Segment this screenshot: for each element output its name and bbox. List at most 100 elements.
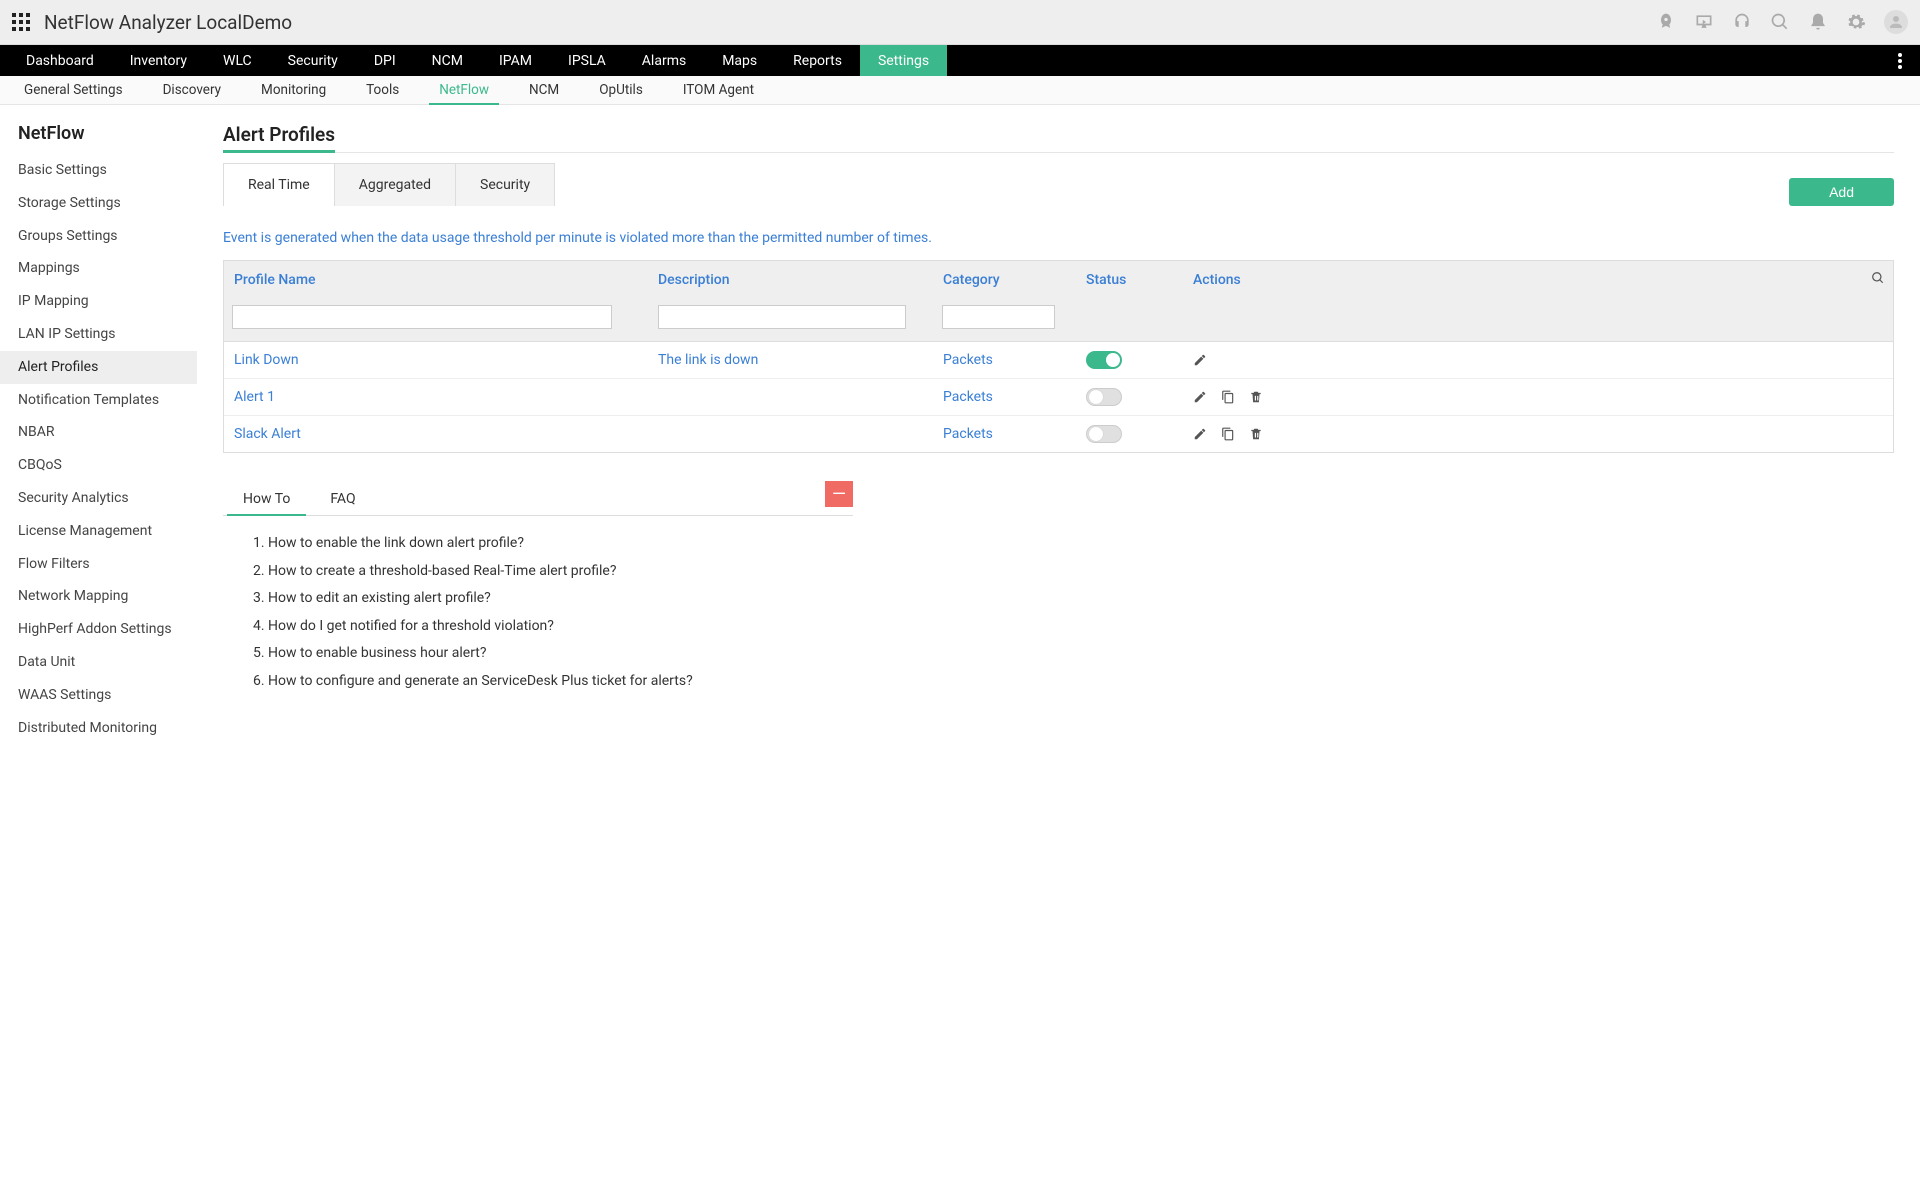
profile-tab-aggregated[interactable]: Aggregated — [335, 164, 456, 206]
profile-tabs-row: Real TimeAggregatedSecurity Add — [223, 163, 1894, 206]
sidebar-item-security-analytics[interactable]: Security Analytics — [0, 482, 197, 515]
rocket-icon[interactable] — [1656, 12, 1676, 32]
subnav-ncm[interactable]: NCM — [509, 76, 579, 104]
nav-maps[interactable]: Maps — [704, 45, 775, 76]
sidebar-item-alert-profiles[interactable]: Alert Profiles — [0, 351, 197, 384]
howto-tab-faq[interactable]: FAQ — [310, 483, 375, 515]
howto-item[interactable]: 5. How to enable business hour alert? — [253, 640, 833, 668]
nav-ncm[interactable]: NCM — [414, 45, 481, 76]
nav-ipsla[interactable]: IPSLA — [550, 45, 624, 76]
collapse-panel-button[interactable]: — — [825, 481, 853, 507]
sidebar-item-data-unit[interactable]: Data Unit — [0, 646, 197, 679]
page-title-wrap: Alert Profiles — [223, 123, 1894, 153]
subnav-oputils[interactable]: OpUtils — [579, 76, 663, 104]
status-toggle[interactable] — [1086, 388, 1122, 406]
col-profile-name[interactable]: Profile Name — [232, 272, 658, 288]
sidebar-item-nbar[interactable]: NBAR — [0, 416, 197, 449]
app-title: NetFlow Analyzer LocalDemo — [44, 11, 292, 34]
col-actions: Actions — [1193, 271, 1885, 289]
sidebar-item-groups-settings[interactable]: Groups Settings — [0, 220, 197, 253]
nav-alarms[interactable]: Alarms — [624, 45, 704, 76]
edit-icon[interactable] — [1193, 390, 1207, 404]
howto-item[interactable]: 3. How to edit an existing alert profile… — [253, 585, 833, 613]
howto-tab-how-to[interactable]: How To — [223, 483, 310, 515]
subnav-netflow[interactable]: NetFlow — [419, 76, 509, 104]
filter-profile-name[interactable] — [232, 305, 612, 329]
copy-icon[interactable] — [1221, 427, 1235, 441]
howto-item[interactable]: 2. How to create a threshold-based Real-… — [253, 558, 833, 586]
howto-list: 1. How to enable the link down alert pro… — [223, 516, 853, 700]
user-avatar-icon[interactable] — [1884, 10, 1908, 34]
cell-description[interactable]: The link is down — [658, 352, 943, 368]
table-search-icon[interactable] — [1871, 271, 1885, 289]
nav-inventory[interactable]: Inventory — [112, 45, 205, 76]
subnav-discovery[interactable]: Discovery — [143, 76, 241, 104]
sidebar-item-lan-ip-settings[interactable]: LAN IP Settings — [0, 318, 197, 351]
nav-wlc[interactable]: WLC — [205, 45, 270, 76]
profile-tab-real-time[interactable]: Real Time — [224, 164, 335, 206]
howto-item[interactable]: 6. How to configure and generate an Serv… — [253, 668, 833, 696]
filter-category[interactable] — [942, 305, 1055, 329]
main-nav: DashboardInventoryWLCSecurityDPINCMIPAMI… — [0, 45, 1920, 76]
more-menu-icon[interactable] — [1888, 45, 1912, 76]
cell-profile-name[interactable]: Slack Alert — [232, 426, 658, 442]
status-toggle[interactable] — [1086, 351, 1122, 369]
howto-item[interactable]: 1. How to enable the link down alert pro… — [253, 530, 833, 558]
sidebar-item-network-mapping[interactable]: Network Mapping — [0, 580, 197, 613]
sidebar-item-waas-settings[interactable]: WAAS Settings — [0, 679, 197, 712]
howto-item[interactable]: 4. How do I get notified for a threshold… — [253, 613, 833, 641]
delete-icon[interactable] — [1249, 427, 1263, 441]
status-toggle[interactable] — [1086, 425, 1122, 443]
col-category[interactable]: Category — [943, 272, 1086, 288]
nav-dashboard[interactable]: Dashboard — [8, 45, 112, 76]
filter-description[interactable] — [658, 305, 906, 329]
filter-row — [224, 299, 1893, 342]
subnav-tools[interactable]: Tools — [346, 76, 419, 104]
cell-profile-name[interactable]: Alert 1 — [232, 389, 658, 405]
cell-category[interactable]: Packets — [943, 426, 1086, 442]
cell-status — [1086, 388, 1193, 406]
gear-icon[interactable] — [1846, 12, 1866, 32]
nav-security[interactable]: Security — [270, 45, 356, 76]
nav-reports[interactable]: Reports — [775, 45, 860, 76]
profile-tab-security[interactable]: Security — [456, 164, 554, 206]
alert-profiles-table: Profile Name Description Category Status… — [223, 260, 1894, 453]
sidebar-item-notification-templates[interactable]: Notification Templates — [0, 384, 197, 417]
col-description[interactable]: Description — [658, 272, 943, 288]
delete-icon[interactable] — [1249, 390, 1263, 404]
sidebar-item-distributed-monitoring[interactable]: Distributed Monitoring — [0, 712, 197, 745]
cell-category[interactable]: Packets — [943, 389, 1086, 405]
apps-grid-icon[interactable] — [12, 13, 30, 31]
copy-icon[interactable] — [1221, 390, 1235, 404]
sidebar-title: NetFlow — [0, 123, 197, 154]
table-row: Slack Alert Packets — [224, 416, 1893, 452]
col-actions-label: Actions — [1193, 272, 1241, 288]
sidebar-item-ip-mapping[interactable]: IP Mapping — [0, 285, 197, 318]
edit-icon[interactable] — [1193, 353, 1207, 367]
cell-actions — [1193, 353, 1885, 367]
headset-icon[interactable] — [1732, 12, 1752, 32]
cell-category[interactable]: Packets — [943, 352, 1086, 368]
sidebar-item-cbqos[interactable]: CBQoS — [0, 449, 197, 482]
sidebar-item-license-management[interactable]: License Management — [0, 515, 197, 548]
sidebar-item-highperf-addon-settings[interactable]: HighPerf Addon Settings — [0, 613, 197, 646]
sidebar-item-mappings[interactable]: Mappings — [0, 252, 197, 285]
nav-dpi[interactable]: DPI — [356, 45, 414, 76]
presentation-icon[interactable] — [1694, 12, 1714, 32]
col-status[interactable]: Status — [1086, 272, 1193, 288]
bell-icon[interactable] — [1808, 12, 1828, 32]
sidebar-item-flow-filters[interactable]: Flow Filters — [0, 548, 197, 581]
add-button[interactable]: Add — [1789, 178, 1894, 206]
search-icon[interactable] — [1770, 12, 1790, 32]
page-body: NetFlow Basic SettingsStorage SettingsGr… — [0, 105, 1920, 762]
subnav-general-settings[interactable]: General Settings — [4, 76, 143, 104]
sidebar-item-storage-settings[interactable]: Storage Settings — [0, 187, 197, 220]
cell-profile-name[interactable]: Link Down — [232, 352, 658, 368]
nav-ipam[interactable]: IPAM — [481, 45, 550, 76]
nav-settings[interactable]: Settings — [860, 45, 947, 76]
sidebar-item-basic-settings[interactable]: Basic Settings — [0, 154, 197, 187]
edit-icon[interactable] — [1193, 427, 1207, 441]
subnav-itom-agent[interactable]: ITOM Agent — [663, 76, 774, 104]
table-row: Alert 1 Packets — [224, 379, 1893, 416]
subnav-monitoring[interactable]: Monitoring — [241, 76, 346, 104]
